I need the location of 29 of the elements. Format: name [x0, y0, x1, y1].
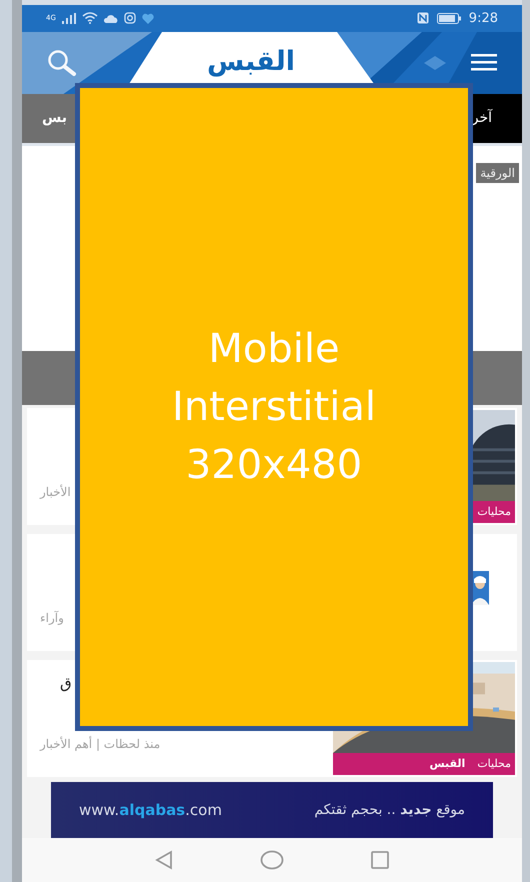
card-meta: منذ لحظات | أهم الأخبار: [40, 735, 160, 753]
ticker-label: بس: [42, 109, 68, 128]
tag-bar[interactable]: القبس محليات: [333, 753, 515, 775]
status-time: 9:28: [468, 10, 498, 28]
diamond-icon: [424, 56, 446, 70]
camera-icon: [124, 12, 136, 24]
banner-slogan: موقع جديد .. بحجم ثقتكم: [314, 800, 465, 820]
nfc-icon: [416, 12, 429, 24]
search-icon: [47, 48, 77, 77]
battery-icon: [436, 12, 461, 24]
tag-label: محليات: [477, 756, 511, 772]
menu-icon: [471, 54, 497, 72]
heart-icon: [142, 12, 154, 24]
card-meta: الأخبار: [40, 484, 71, 501]
headline[interactable]: ق: [60, 672, 72, 694]
category-tag[interactable]: الورقية: [476, 163, 519, 184]
card-meta: وآراء: [40, 610, 64, 627]
app-logo: القبس: [206, 44, 296, 79]
ad-label: Mobile Interstitial 320x480: [172, 325, 376, 490]
wifi-icon: [82, 12, 98, 24]
signal-icon: [62, 12, 76, 24]
home-icon[interactable]: [260, 850, 284, 870]
tag-logo: القبس: [429, 756, 466, 772]
cloud-icon: [104, 14, 118, 23]
tag-label: محليات: [477, 504, 511, 520]
site-url[interactable]: www.alqabas.com: [79, 798, 222, 822]
back-icon[interactable]: [154, 850, 174, 870]
recents-icon[interactable]: [370, 850, 390, 870]
ticker-text: آخر: [472, 108, 492, 128]
